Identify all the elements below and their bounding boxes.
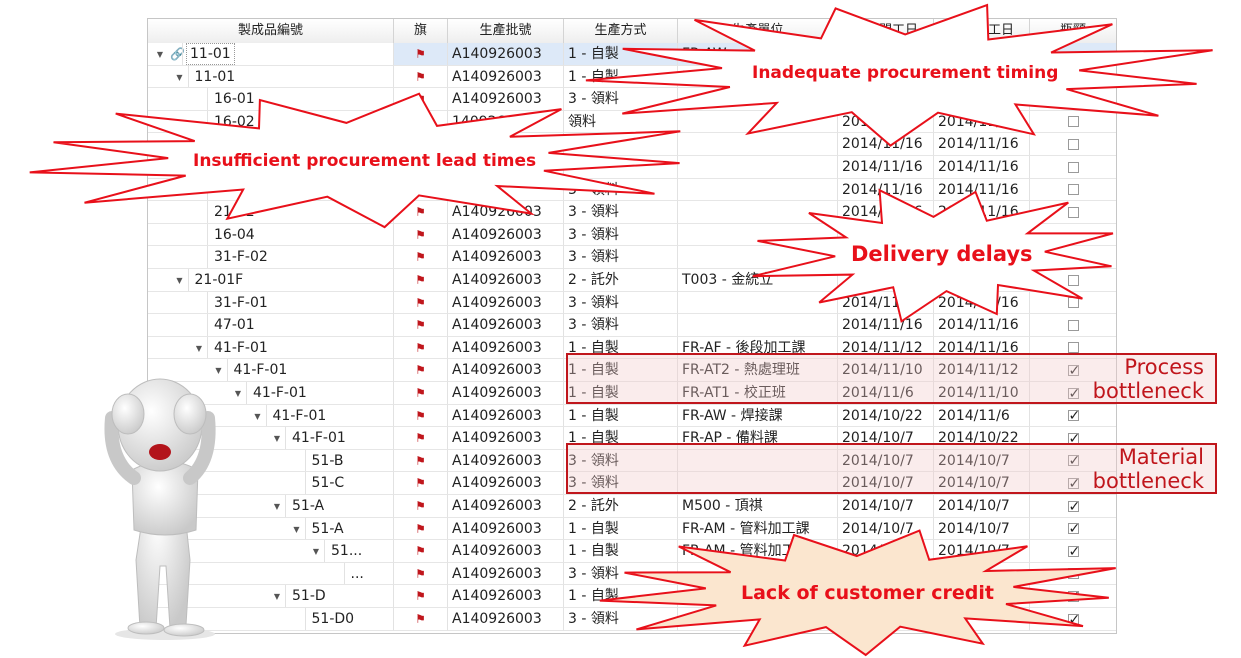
stressed-person-illustration <box>104 378 216 640</box>
person-figure <box>104 378 216 640</box>
open-mouth <box>149 444 171 460</box>
